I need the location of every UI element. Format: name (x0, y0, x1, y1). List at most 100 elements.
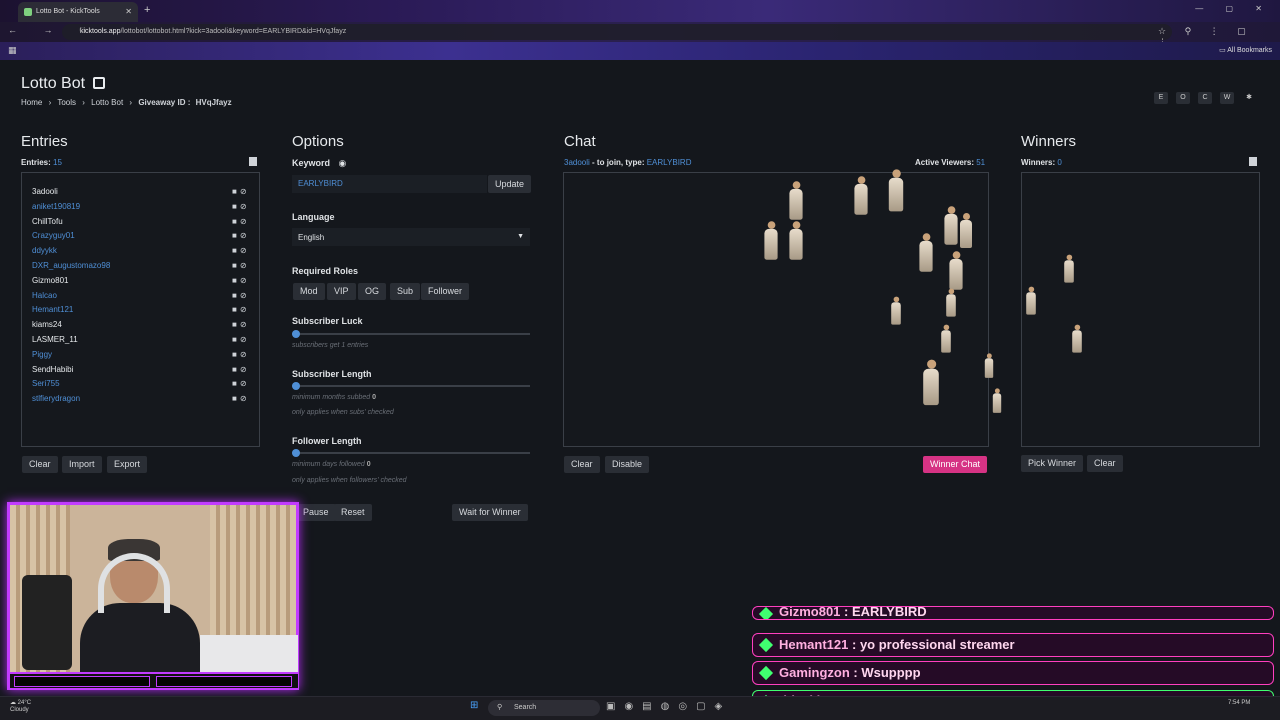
url-input[interactable]: kicktools.app/lottobot/lottobot.html?kic… (62, 24, 1172, 40)
keyword-input[interactable]: EARLYBIRD (292, 175, 487, 193)
ban-icon[interactable]: ⊘ (240, 365, 250, 374)
follower-length-slider[interactable] (292, 449, 530, 457)
ban-icon[interactable]: ⊘ (240, 305, 250, 314)
copy-winners-icon[interactable] (1249, 157, 1257, 166)
entry-square-icon[interactable]: ■ (232, 394, 240, 403)
slider-knob[interactable] (292, 382, 300, 390)
ban-icon[interactable]: ⊘ (240, 187, 250, 196)
stream-chat-line: Gizmo801 : EARLYBIRD (752, 606, 1274, 620)
taskbar-search[interactable]: ⚲ Search (488, 700, 600, 716)
entry-actions[interactable]: ■⊘ (232, 320, 250, 329)
entry-actions[interactable]: ■⊘ (232, 246, 250, 255)
entry-square-icon[interactable]: ■ (232, 261, 240, 270)
weather-widget[interactable]: ☁ 24°C Cloudy (10, 700, 31, 714)
language-select[interactable]: English ▼ (292, 228, 530, 246)
entry-actions[interactable]: ■⊘ (232, 379, 250, 388)
reset-button[interactable]: Reset (334, 504, 372, 521)
entries-list: 3adooli ■⊘ aniket190819 ■⊘ ChillTofu ■⊘ Crazyg… (21, 172, 260, 447)
ban-icon[interactable]: ⊘ (240, 246, 250, 255)
entry-actions[interactable]: ■⊘ (232, 305, 250, 314)
keyword-update-button[interactable]: Update (488, 175, 532, 193)
breadcrumb-lotto-bot[interactable]: Lotto Bot (91, 98, 123, 107)
ban-icon[interactable]: ⊘ (240, 379, 250, 388)
entry-square-icon[interactable]: ■ (232, 231, 240, 240)
role-mod-button[interactable]: Mod (293, 283, 325, 300)
entries-export-button[interactable]: Export (107, 456, 148, 473)
entry-actions[interactable]: ■⊘ (232, 187, 250, 196)
windows-start-icon[interactable]: ⊞ (470, 700, 478, 711)
ban-icon[interactable]: ⊘ (240, 276, 250, 285)
ban-icon[interactable]: ⊘ (240, 335, 250, 344)
slider-knob[interactable] (292, 330, 300, 338)
entry-square-icon[interactable]: ■ (232, 246, 240, 255)
entry-square-icon[interactable]: ■ (232, 379, 240, 388)
entry-actions[interactable]: ■⊘ (232, 335, 250, 344)
entry-square-icon[interactable]: ■ (232, 320, 240, 329)
toolbar-button-e[interactable]: E (1154, 92, 1168, 104)
entry-square-icon[interactable]: ■ (232, 202, 240, 211)
entries-import-button[interactable]: Import (62, 456, 102, 473)
breadcrumb-home[interactable]: Home (21, 98, 42, 107)
avatar-figure (945, 288, 956, 318)
entries-count: Entries: 15 (21, 158, 62, 167)
pick-winner-button[interactable]: Pick Winner (1021, 455, 1084, 472)
entry-square-icon[interactable]: ■ (232, 276, 240, 285)
ban-icon[interactable]: ⊘ (240, 320, 250, 329)
entry-actions[interactable]: ■⊘ (232, 291, 250, 300)
breadcrumb: Home › Tools › Lotto Bot › Giveaway ID :… (21, 98, 232, 107)
entry-actions[interactable]: ■⊘ (232, 202, 250, 211)
entry-actions[interactable]: ■⊘ (232, 350, 250, 359)
toolbar-button-c[interactable]: C (1198, 92, 1212, 104)
chat-clear-button[interactable]: Clear (564, 456, 600, 473)
close-tab-icon[interactable]: ✕ (125, 7, 132, 16)
entry-actions[interactable]: ■⊘ (232, 365, 250, 374)
entry-actions[interactable]: ■⊘ (232, 217, 250, 226)
eye-icon[interactable]: ◉ (339, 158, 347, 168)
entry-actions[interactable]: ■⊘ (232, 394, 250, 403)
entry-square-icon[interactable]: ■ (232, 187, 240, 196)
ban-icon[interactable]: ⊘ (240, 394, 250, 403)
subscriber-length-slider[interactable] (292, 382, 530, 390)
subscriber-luck-slider[interactable] (292, 330, 530, 338)
role-sub-button[interactable]: Sub (390, 283, 421, 300)
wait-for-winner-button[interactable]: Wait for Winner (452, 504, 528, 521)
ban-icon[interactable]: ⊘ (240, 291, 250, 300)
winner-chat-button[interactable]: Winner Chat (923, 456, 988, 473)
copy-entries-icon[interactable] (249, 157, 257, 166)
browser-tab[interactable]: Lotto Bot - KickTools ✕ (18, 2, 138, 22)
all-bookmarks-link[interactable]: ▭ All Bookmarks (1219, 46, 1272, 54)
slider-knob[interactable] (292, 449, 300, 457)
entry-square-icon[interactable]: ■ (232, 217, 240, 226)
entry-actions[interactable]: ■⊘ (232, 261, 250, 270)
toolbar-button-w[interactable]: W (1220, 92, 1234, 104)
window-controls[interactable]: — ▢ ✕ (1195, 4, 1272, 13)
taskbar-app-icons[interactable]: ▣◉▤◍◎▢◈ (606, 701, 731, 712)
entry-actions[interactable]: ■⊘ (232, 276, 250, 285)
apps-grid-icon[interactable]: ▦ (8, 45, 17, 56)
entry-square-icon[interactable]: ■ (232, 305, 240, 314)
entry-actions[interactable]: ■⊘ (232, 231, 250, 240)
entries-clear-button[interactable]: Clear (22, 456, 58, 473)
chat-disable-button[interactable]: Disable (605, 456, 650, 473)
breadcrumb-tools[interactable]: Tools (57, 98, 76, 107)
toolbar-button-o[interactable]: O (1176, 92, 1190, 104)
entry-square-icon[interactable]: ■ (232, 350, 240, 359)
role-vip-button[interactable]: VIP (327, 283, 356, 300)
pause-button[interactable]: Pause (296, 504, 336, 521)
ban-icon[interactable]: ⊘ (240, 217, 250, 226)
headphones (98, 553, 170, 613)
entry-square-icon[interactable]: ■ (232, 291, 240, 300)
role-og-button[interactable]: OG (358, 283, 387, 300)
entry-square-icon[interactable]: ■ (232, 365, 240, 374)
follower-length-hint-2: only applies when followers' checked (292, 477, 407, 484)
ban-icon[interactable]: ⊘ (240, 261, 250, 270)
theme-toggle-icon[interactable]: ✱ (1242, 92, 1256, 104)
role-follower-button[interactable]: Follower (421, 283, 470, 300)
entry-square-icon[interactable]: ■ (232, 335, 240, 344)
new-tab-icon[interactable]: + (144, 4, 150, 16)
ban-icon[interactable]: ⊘ (240, 202, 250, 211)
winners-clear-button[interactable]: Clear (1087, 455, 1123, 472)
ban-icon[interactable]: ⊘ (240, 231, 250, 240)
avatar-figure (984, 353, 994, 378)
ban-icon[interactable]: ⊘ (240, 350, 250, 359)
